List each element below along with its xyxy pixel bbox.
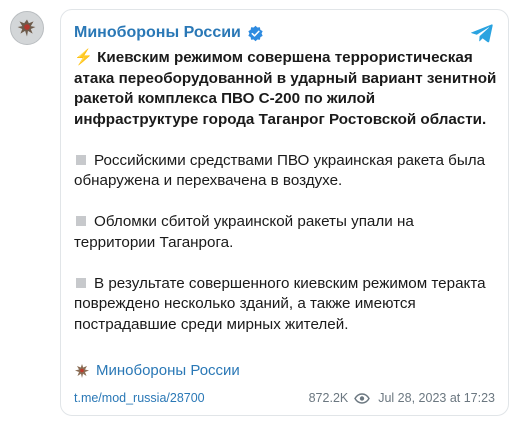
post-link[interactable]: t.me/mod_russia/28700 (74, 391, 205, 405)
post-card: Минобороны России ⚡ Киевским режимом сов… (60, 9, 509, 416)
eye-icon (354, 392, 371, 404)
post-lead: ⚡ Киевским режимом совершена террористич… (74, 48, 499, 130)
view-count: 872.2K (308, 391, 349, 405)
lightning-icon: ⚡ (74, 49, 93, 66)
verified-badge-icon (247, 25, 264, 42)
post-paragraph-text: Обломки сбитой украинской ракеты упали н… (74, 213, 414, 251)
channel-name[interactable]: Минобороны России (74, 24, 241, 42)
square-bullet-icon (76, 277, 86, 288)
telegram-icon[interactable] (470, 21, 494, 45)
square-bullet-icon (76, 216, 86, 226)
post-meta: t.me/mod_russia/28700 872.2K Jul 28, 202… (74, 389, 495, 407)
post-paragraph-text: Российскими средствами ПВО украинская ра… (74, 151, 486, 190)
post-paragraph-text: В результате совершенного киевским режим… (74, 274, 486, 333)
post-timestamp[interactable]: Jul 28, 2023 at 17:23 (378, 391, 495, 405)
channel-avatar[interactable] (10, 11, 44, 45)
post-stats: 872.2K Jul 28, 2023 at 17:23 (309, 391, 495, 405)
footer-channel-name[interactable]: Минобороны России (96, 362, 240, 379)
post-paragraph: В результате совершенного киевским режим… (74, 274, 499, 336)
emblem-icon (74, 363, 90, 379)
square-bullet-icon (76, 154, 86, 165)
post-body: ⚡ Киевским режимом совершена террористич… (74, 48, 499, 356)
post-paragraph: Российскими средствами ПВО украинская ра… (74, 151, 499, 192)
post-header: Минобороны России (74, 21, 494, 45)
emblem-icon (11, 12, 43, 44)
footer-channel-link[interactable]: Минобороны России (74, 362, 240, 379)
post-lead-text: Киевским режимом совершена террористичес… (74, 49, 497, 128)
post-paragraph: Обломки сбитой украинской ракеты упали н… (74, 212, 499, 253)
